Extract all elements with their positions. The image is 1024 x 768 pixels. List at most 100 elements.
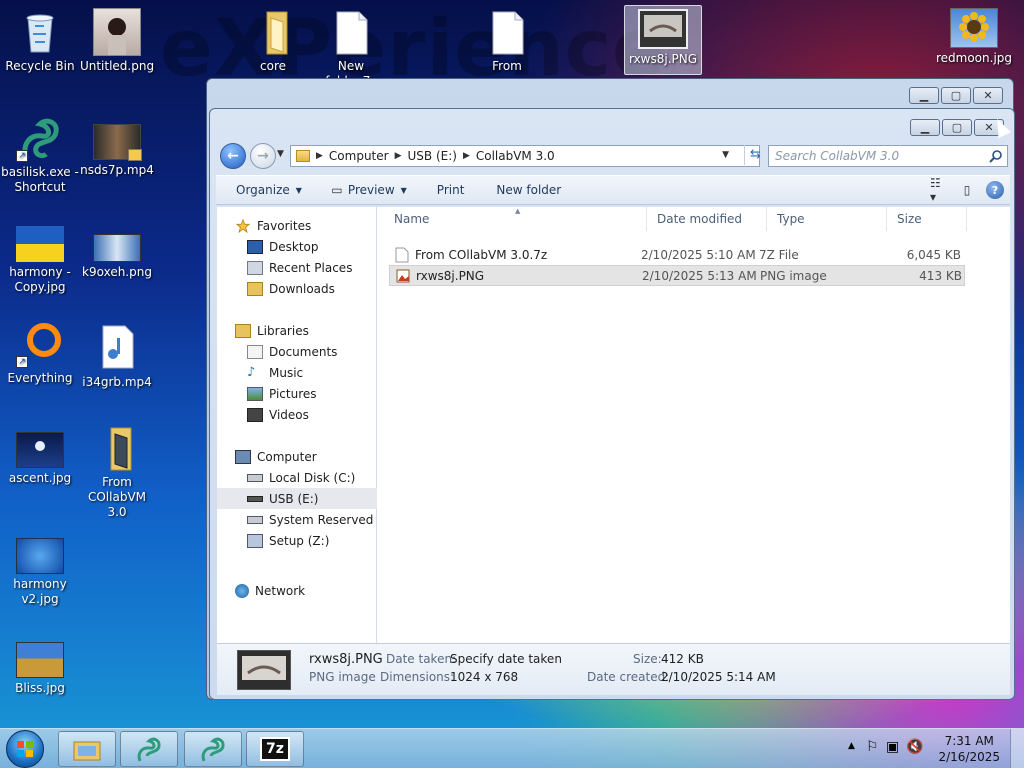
- desktop-icon-i34grb-mp4[interactable]: i34grb.mp4: [77, 324, 157, 390]
- desktop-icon-core[interactable]: core: [233, 8, 313, 74]
- show-hidden-icons-chevron-icon[interactable]: ▲: [848, 741, 855, 751]
- desktop-icon-redmoon-jpg[interactable]: redmoon.jpg: [934, 8, 1014, 66]
- icon-label: harmony v2.jpg: [13, 577, 67, 606]
- help-icon[interactable]: ?: [986, 181, 1004, 199]
- desktop-icon-nsds7p-mp4[interactable]: nsds7p.mp4: [77, 124, 157, 178]
- breadcrumb-collabvm[interactable]: CollabVM 3.0: [472, 149, 559, 163]
- image-thumbnail-icon: [16, 226, 64, 262]
- desktop-icon-k9oxeh-png[interactable]: k9oxeh.png: [77, 234, 157, 280]
- show-desktop-button[interactable]: [1010, 729, 1024, 768]
- nav-pictures[interactable]: Pictures: [217, 383, 377, 404]
- close-button[interactable]: ✕: [973, 87, 1003, 104]
- refresh-icon[interactable]: ⇆: [744, 145, 766, 165]
- breadcrumb-usb[interactable]: USB (E:): [404, 149, 461, 163]
- nav-downloads[interactable]: Downloads: [217, 278, 377, 299]
- forward-button[interactable]: →: [250, 143, 276, 169]
- everything-search-icon: ↗: [16, 320, 64, 368]
- desktop-icon-from-collabvm-folder[interactable]: From COllabVM 3.0: [77, 424, 157, 520]
- nav-system-reserved[interactable]: System Reserved (F:): [217, 509, 397, 530]
- start-button[interactable]: [6, 730, 44, 768]
- details-filetype: PNG image: [309, 670, 376, 684]
- nav-documents[interactable]: Documents: [217, 341, 377, 362]
- desktop-icon-harmony-copy[interactable]: harmony - Copy.jpg: [0, 226, 80, 295]
- nav-desktop[interactable]: Desktop: [217, 236, 377, 257]
- nav-music[interactable]: ♪ Music: [217, 362, 377, 383]
- details-date-created-label: Date created:: [587, 670, 670, 684]
- nav-usb[interactable]: USB (E:): [217, 488, 377, 509]
- organize-button[interactable]: Organize ▼: [216, 183, 312, 197]
- back-button[interactable]: ←: [220, 143, 246, 169]
- details-dimensions-value: 1024 x 768: [450, 670, 519, 684]
- preview-button[interactable]: ▭ Preview ▼: [312, 181, 417, 199]
- minimize-button[interactable]: ▁: [909, 87, 939, 104]
- nav-videos[interactable]: Videos: [217, 404, 377, 425]
- nav-label: Music: [269, 365, 304, 380]
- column-type[interactable]: Type: [767, 207, 887, 231]
- file-name: rxws8j.PNG: [416, 268, 485, 283]
- desktop-icon-ascent-jpg[interactable]: ascent.jpg: [0, 432, 80, 486]
- minimize-button[interactable]: ▁: [910, 119, 940, 136]
- nav-local-disk[interactable]: Local Disk (C:): [217, 467, 377, 488]
- folder-icon: [73, 741, 101, 761]
- taskbar-basilisk-button-1[interactable]: [120, 731, 178, 767]
- clock-time: 7:31 AM: [944, 734, 994, 748]
- explorer-window[interactable]: ▁ ▢ ✕ ← → ▼ ▶ Computer ▶ USB (E:) ▶ Coll…: [209, 108, 1015, 700]
- desktop-icon-untitled-png[interactable]: Untitled.png: [77, 8, 157, 74]
- maximize-button[interactable]: ▢: [941, 87, 971, 104]
- breadcrumb-computer[interactable]: Computer: [325, 149, 393, 163]
- desktop-icon-everything[interactable]: ↗ Everything: [0, 320, 80, 386]
- basilisk-icon: [137, 737, 161, 762]
- shortcut-arrow-icon: ↗: [16, 150, 28, 162]
- windows-logo-icon: [17, 741, 33, 757]
- print-button[interactable]: Print: [417, 183, 475, 197]
- basilisk-icon: [201, 737, 225, 762]
- icon-label: i34grb.mp4: [82, 375, 152, 389]
- nav-libraries[interactable]: Libraries: [217, 320, 377, 341]
- desktop-icon-new-folder-7z[interactable]: New folder.7z: [311, 8, 391, 89]
- desktop-icon-harmony-v2[interactable]: harmony v2.jpg: [0, 538, 80, 607]
- search-input[interactable]: Search CollabVM 3.0: [768, 145, 1008, 167]
- navigation-bar: ← → ▼ ▶ Computer ▶ USB (E:) ▶ CollabVM 3…: [218, 141, 1010, 171]
- column-size[interactable]: Size: [887, 207, 967, 231]
- nav-network[interactable]: Network: [217, 580, 377, 601]
- action-center-flag-icon[interactable]: ⚐: [866, 739, 879, 755]
- taskbar-7zip-button[interactable]: 7z: [246, 731, 304, 767]
- address-dropdown-icon[interactable]: ▼: [722, 150, 729, 160]
- address-bar[interactable]: ▶ Computer ▶ USB (E:) ▶ CollabVM 3.0 ▼: [290, 145, 760, 167]
- nav-label: Videos: [269, 407, 309, 422]
- column-date-modified[interactable]: Date modified: [647, 207, 767, 231]
- maximize-button[interactable]: ▢: [942, 119, 972, 136]
- taskbar-explorer-button[interactable]: [58, 731, 116, 767]
- nav-computer[interactable]: Computer: [217, 446, 377, 467]
- nav-recent-places[interactable]: Recent Places: [217, 257, 377, 278]
- desktop-icon-from[interactable]: From: [467, 8, 547, 74]
- nav-setup[interactable]: Setup (Z:): [217, 530, 377, 551]
- file-row-selected[interactable]: rxws8j.PNG 2/10/2025 5:13 AM PNG image 4…: [389, 265, 965, 286]
- folder-icon: [249, 8, 297, 56]
- details-date-taken-value[interactable]: Specify date taken: [450, 652, 562, 666]
- desktop-icon-basilisk-shortcut[interactable]: ↗ basilisk.exe - Shortcut: [0, 114, 80, 195]
- taskbar-basilisk-button-2[interactable]: [184, 731, 242, 767]
- desktop-icon-recycle-bin[interactable]: Recycle Bin: [0, 8, 80, 74]
- file-type: PNG image: [760, 268, 827, 283]
- new-folder-button[interactable]: New folder: [474, 183, 571, 197]
- preview-icon: ▭: [331, 183, 343, 197]
- desktop-icon-rxws8j-png[interactable]: rxws8j.PNG: [624, 5, 702, 75]
- sort-ascending-icon: ▲: [515, 207, 521, 215]
- preview-pane-icon[interactable]: ▯: [958, 181, 976, 199]
- recent-pages-dropdown-icon[interactable]: ▼: [277, 149, 284, 159]
- icon-label: harmony - Copy.jpg: [9, 265, 71, 294]
- navigation-pane: Favorites Desktop Recent Places Download…: [217, 207, 397, 643]
- icon-label: nsds7p.mp4: [80, 163, 154, 177]
- search-icon[interactable]: [989, 149, 1003, 163]
- network-tray-icon[interactable]: ▣: [886, 739, 899, 755]
- nav-favorites[interactable]: Favorites: [217, 215, 377, 236]
- clock[interactable]: 7:31 AM 2/16/2025: [938, 733, 1000, 765]
- media-file-icon: [93, 324, 141, 372]
- volume-muted-icon[interactable]: 🔇: [906, 739, 923, 755]
- videos-icon: [247, 407, 263, 422]
- desktop-icon-bliss-jpg[interactable]: Bliss.jpg: [0, 642, 80, 696]
- column-name[interactable]: Name: [377, 207, 647, 231]
- file-row[interactable]: From COllabVM 3.0.7z 2/10/2025 5:10 AM 7…: [389, 244, 965, 265]
- view-options-icon[interactable]: ☷ ▾: [930, 176, 948, 204]
